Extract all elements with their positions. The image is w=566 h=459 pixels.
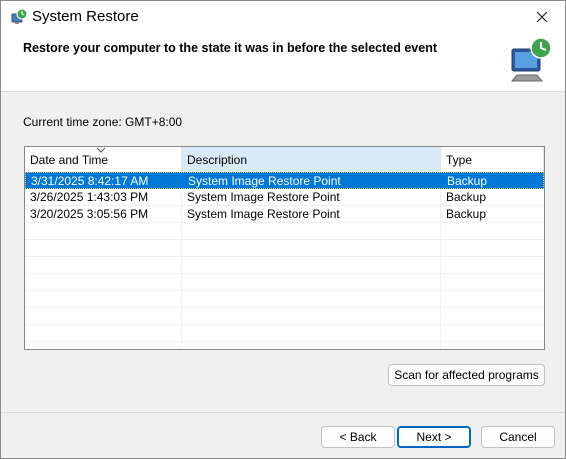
- column-header-date-label: Date and Time: [30, 153, 109, 167]
- row-description: System Image Restore Point: [188, 174, 341, 188]
- empty-row: [25, 223, 544, 240]
- row-type: Backup: [446, 190, 487, 204]
- timezone-label: Current time zone: GMT+8:00: [23, 115, 183, 129]
- table-row[interactable]: 3/31/2025 8:42:17 AM System Image Restor…: [25, 172, 544, 189]
- column-header-description[interactable]: Description: [182, 147, 441, 172]
- row-description: System Image Restore Point: [187, 190, 340, 204]
- sort-descending-icon: [96, 147, 106, 153]
- system-restore-window: System Restore Restore your computer to …: [0, 0, 566, 459]
- cancel-button[interactable]: Cancel: [481, 426, 555, 448]
- row-type: Backup: [447, 174, 488, 188]
- row-type: Backup: [446, 207, 487, 221]
- row-date: 3/31/2025 8:42:17 AM: [31, 174, 149, 188]
- scan-affected-programs-button[interactable]: Scan for affected programs: [388, 364, 545, 386]
- empty-row: [25, 274, 544, 291]
- close-button[interactable]: [519, 1, 565, 33]
- title-bar: System Restore: [1, 1, 565, 33]
- table-row[interactable]: 3/26/2025 1:43:03 PM System Image Restor…: [25, 189, 544, 206]
- footer-separator: [1, 412, 565, 413]
- row-description: System Image Restore Point: [187, 207, 340, 221]
- table-row[interactable]: 3/20/2025 3:05:56 PM System Image Restor…: [25, 206, 544, 223]
- window-title: System Restore: [32, 8, 139, 25]
- empty-row: [25, 325, 544, 342]
- column-header-type[interactable]: Type: [441, 147, 544, 172]
- column-header-date[interactable]: Date and Time: [25, 147, 182, 172]
- column-header-type-label: Type: [446, 153, 473, 167]
- row-date: 3/20/2025 3:05:56 PM: [30, 207, 149, 221]
- header-instruction: Restore your computer to the state it wa…: [23, 41, 437, 55]
- restore-computer-icon: [510, 37, 552, 82]
- empty-row: [25, 291, 544, 308]
- back-button[interactable]: < Back: [321, 426, 395, 448]
- close-icon: [536, 11, 548, 23]
- empty-row: [25, 240, 544, 257]
- system-restore-icon: [11, 8, 28, 24]
- header-banner: Restore your computer to the state it wa…: [1, 33, 565, 92]
- row-date: 3/26/2025 1:43:03 PM: [30, 190, 149, 204]
- next-button[interactable]: Next >: [397, 426, 471, 448]
- column-header-description-label: Description: [187, 153, 248, 167]
- empty-row: [25, 308, 544, 325]
- restore-points-table[interactable]: Date and Time Description Type 3/31/2025…: [24, 146, 545, 350]
- empty-row: [25, 257, 544, 274]
- table-header: Date and Time Description Type: [25, 147, 544, 173]
